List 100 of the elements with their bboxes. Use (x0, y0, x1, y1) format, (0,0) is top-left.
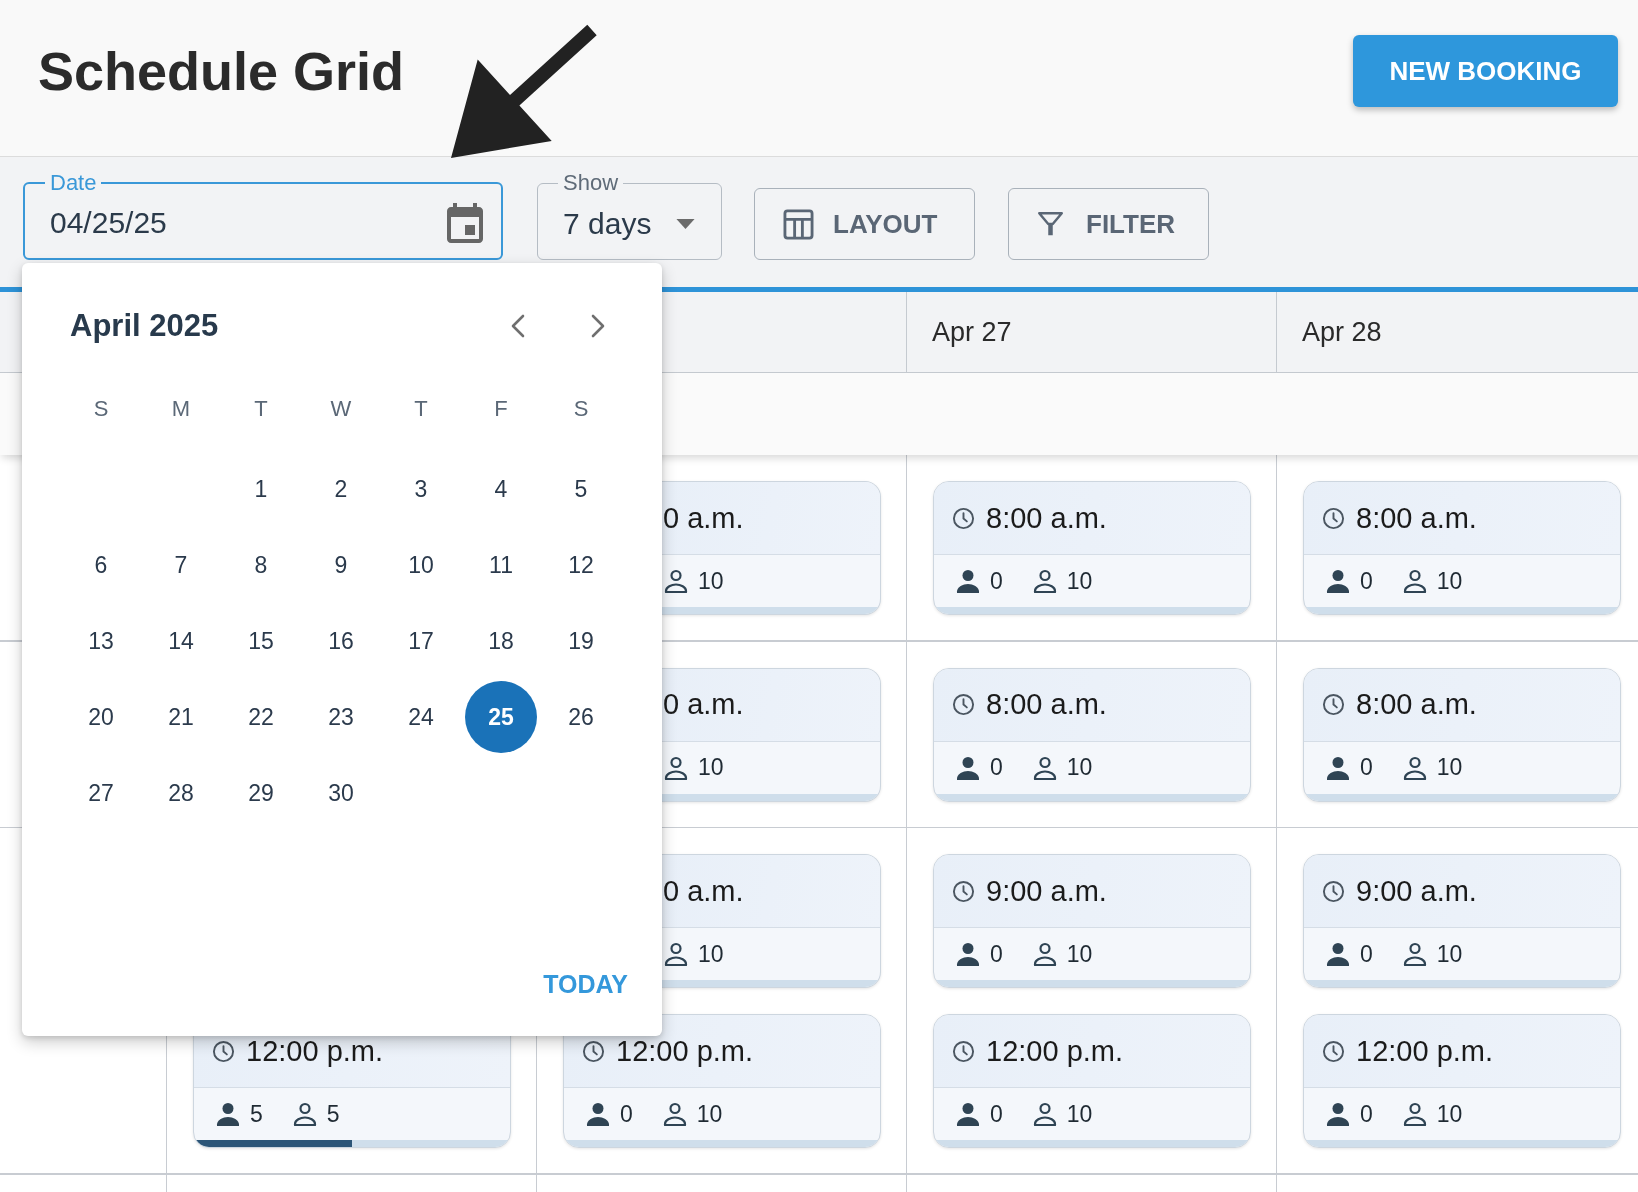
weekday-label: S (93, 396, 109, 422)
person-outline-icon (1402, 1102, 1427, 1126)
slot-time: 0 a.m. (663, 688, 744, 721)
calendar-icon[interactable] (447, 203, 483, 243)
clock-icon (582, 1039, 605, 1063)
person-outline-icon (1032, 1102, 1057, 1126)
capacity-count: 10 (1436, 567, 1463, 595)
time-slot-card[interactable]: 8:00 a.m. 0 10 (1303, 481, 1621, 615)
booked-count: 0 (1360, 754, 1373, 781)
calendar-day[interactable]: 22 (225, 681, 297, 753)
time-slot-card[interactable]: 9:00 a.m. 0 10 (933, 854, 1251, 988)
weekday-label: M (171, 396, 191, 422)
time-slot-card[interactable]: 8:00 a.m. 0 10 (933, 667, 1251, 802)
capacity-count: 10 (1066, 940, 1093, 968)
person-icon (216, 1102, 240, 1126)
slot-time: 9:00 a.m. (1356, 874, 1477, 908)
time-slot-card[interactable]: 12:00 p.m. 0 10 (1303, 1014, 1621, 1148)
calendar-day[interactable]: 29 (225, 757, 297, 829)
day-header: Apr 28 (1302, 316, 1382, 348)
layout-button[interactable]: LAYOUT (754, 188, 975, 260)
person-outline-icon (1032, 755, 1057, 780)
calendar-day[interactable]: 18 (465, 605, 537, 677)
clock-icon (1322, 506, 1345, 530)
person-outline-icon (1032, 942, 1057, 966)
clock-icon (952, 693, 975, 716)
person-outline-icon (664, 755, 688, 780)
calendar-day[interactable]: 27 (65, 757, 137, 829)
person-outline-icon (1032, 569, 1057, 593)
booked-count: 0 (620, 1100, 633, 1128)
slot-time: 0 a.m. (663, 874, 744, 908)
booked-count: 0 (990, 940, 1003, 968)
month-title: April 2025 (70, 308, 219, 344)
calendar-day[interactable]: 8 (225, 529, 297, 601)
calendar-day[interactable]: 1 (225, 453, 297, 525)
slot-time: 8:00 a.m. (1356, 688, 1477, 721)
calendar-day[interactable]: 2 (305, 453, 377, 525)
person-icon (956, 942, 980, 966)
calendar-day[interactable]: 24 (385, 681, 457, 753)
capacity-count: 10 (696, 1100, 723, 1128)
calendar-day[interactable]: 19 (545, 605, 617, 677)
slot-time: 12:00 p.m. (986, 1034, 1124, 1068)
show-select[interactable]: Show 7 days (537, 172, 722, 260)
capacity-count: 10 (698, 940, 724, 968)
calendar-day[interactable]: 25 (465, 681, 537, 753)
chevron-right-icon[interactable] (591, 314, 606, 338)
person-icon (1326, 569, 1350, 593)
calendar-day[interactable]: 28 (145, 757, 217, 829)
person-outline-icon (292, 1102, 317, 1126)
calendar-day[interactable]: 14 (145, 605, 217, 677)
calendar-day[interactable]: 11 (465, 529, 537, 601)
calendar-day[interactable]: 7 (145, 529, 217, 601)
chevron-left-icon[interactable] (510, 314, 525, 338)
person-outline-icon (664, 942, 688, 966)
weekday-label: S (573, 396, 589, 422)
calendar-day[interactable]: 15 (225, 605, 297, 677)
capacity-count: 10 (1066, 1100, 1093, 1128)
capacity-count: 10 (1436, 940, 1463, 968)
date-field[interactable]: Date 04/25/25 (23, 172, 503, 260)
filter-button[interactable]: FILTER (1008, 188, 1209, 260)
calendar-day[interactable]: 9 (305, 529, 377, 601)
calendar-day[interactable]: 6 (65, 529, 137, 601)
capacity-count: 10 (698, 567, 724, 595)
calendar-day[interactable]: 26 (545, 681, 617, 753)
calendar-day[interactable]: 13 (65, 605, 137, 677)
calendar-day[interactable]: 20 (65, 681, 137, 753)
time-slot-card[interactable]: 0 a.m. 10 (662, 854, 881, 988)
calendar-day[interactable]: 12 (545, 529, 617, 601)
person-icon (956, 755, 980, 780)
weekday-label: T (414, 396, 428, 422)
booked-count: 5 (250, 1100, 263, 1128)
time-slot-card[interactable]: 0 a.m. 10 (662, 667, 881, 802)
booked-count: 0 (990, 1100, 1003, 1128)
booked-count: 0 (1360, 940, 1373, 968)
calendar-day[interactable]: 21 (145, 681, 217, 753)
clock-icon (1322, 693, 1345, 716)
page-title: Schedule Grid (38, 40, 405, 102)
weekday-label: T (254, 396, 268, 422)
time-slot-card[interactable]: 12:00 p.m. 0 10 (933, 1014, 1251, 1148)
table-icon (783, 208, 814, 240)
calendar-day[interactable]: 3 (385, 453, 457, 525)
person-outline-icon (1402, 569, 1427, 593)
slot-time: 8:00 a.m. (986, 501, 1107, 535)
caret-icon (676, 218, 695, 229)
calendar-day[interactable]: 30 (305, 757, 377, 829)
slot-time: 8:00 a.m. (1356, 501, 1477, 535)
person-outline-icon (1402, 755, 1427, 780)
time-slot-card[interactable]: 8:00 a.m. 0 10 (933, 481, 1251, 615)
time-slot-card[interactable]: 0 a.m. 10 (662, 481, 881, 615)
calendar-day[interactable]: 17 (385, 605, 457, 677)
booked-count: 0 (1360, 1100, 1373, 1128)
calendar-day[interactable]: 23 (305, 681, 377, 753)
time-slot-card[interactable]: 8:00 a.m. 0 10 (1303, 667, 1621, 802)
clock-icon (952, 1039, 975, 1063)
calendar-day[interactable]: 16 (305, 605, 377, 677)
time-slot-card[interactable]: 12:00 p.m. 0 10 (563, 1014, 881, 1148)
calendar-day[interactable]: 4 (465, 453, 537, 525)
time-slot-card[interactable]: 9:00 a.m. 0 10 (1303, 854, 1621, 988)
calendar-day[interactable]: 10 (385, 529, 457, 601)
calendar-day[interactable]: 5 (545, 453, 617, 525)
person-icon (1326, 755, 1350, 780)
